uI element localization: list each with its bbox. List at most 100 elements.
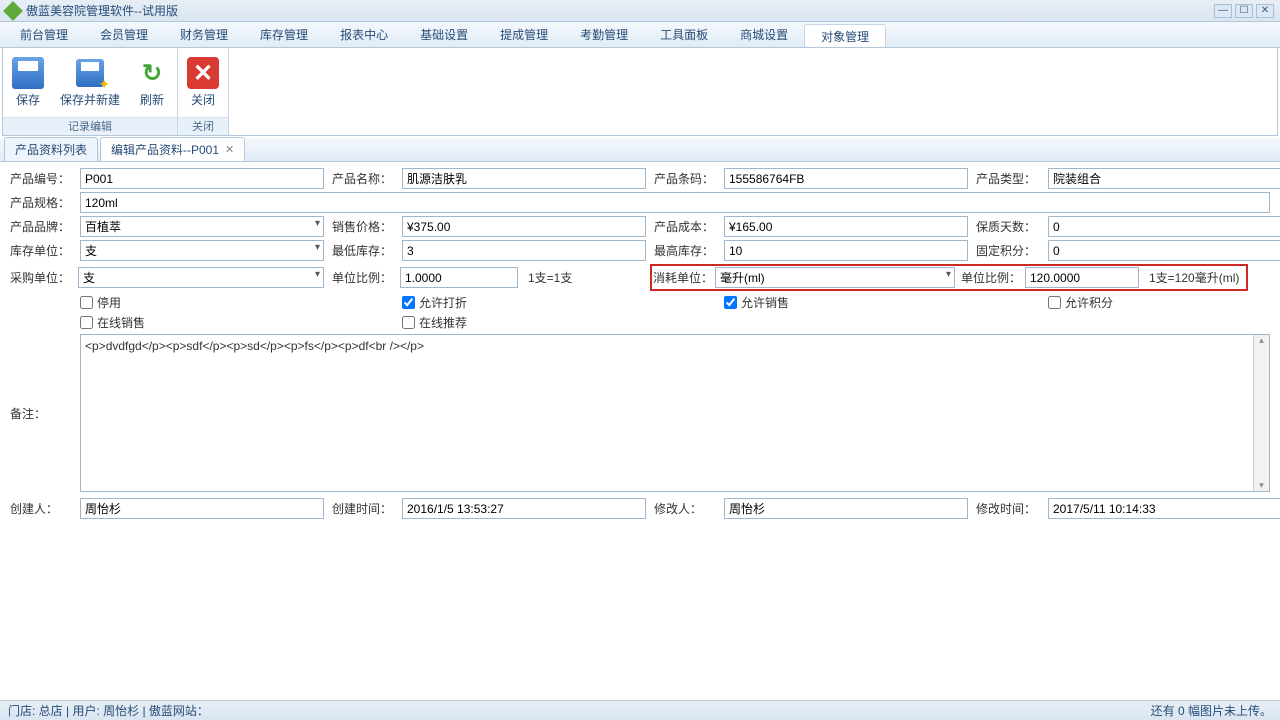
menu-finance[interactable]: 财务管理 bbox=[164, 22, 244, 47]
input-ratio1[interactable] bbox=[400, 267, 518, 288]
window-title: 傲蓝美容院管理软件--试用版 bbox=[26, 2, 1214, 19]
input-modifier bbox=[724, 498, 968, 519]
save-and-new-button[interactable]: ✦ 保存并新建 bbox=[53, 52, 127, 113]
app-logo-icon bbox=[3, 1, 23, 21]
label-ratio2: 单位比例： bbox=[961, 269, 1019, 286]
label-notes: 备注： bbox=[10, 405, 72, 422]
input-barcode[interactable] bbox=[724, 168, 968, 189]
menu-tools[interactable]: 工具面板 bbox=[644, 22, 724, 47]
label-minstock: 最低库存： bbox=[332, 242, 394, 259]
document-tabs: 产品资料列表 编辑产品资料--P001 ✕ bbox=[0, 138, 1280, 162]
label-price: 销售价格： bbox=[332, 218, 394, 235]
checkbox-allowpoint[interactable] bbox=[1048, 296, 1061, 309]
input-minstock[interactable] bbox=[402, 240, 646, 261]
ribbon-group-record: 保存 ✦ 保存并新建 ↻ 刷新 记录编辑 bbox=[3, 48, 178, 135]
notes-text: <p>dvdfgd</p><p>sdf</p><p>sd</p><p>fs</p… bbox=[85, 339, 1265, 487]
checkbox-online[interactable] bbox=[80, 316, 93, 329]
close-window-button[interactable]: ✕ bbox=[1256, 4, 1274, 18]
save-new-icon: ✦ bbox=[74, 57, 106, 89]
label-createtime: 创建时间： bbox=[332, 500, 394, 517]
status-left: 门店: 总店 | 用户: 周怡杉 | 傲蓝网站： bbox=[8, 702, 209, 719]
menu-bar: 前台管理 会员管理 财务管理 库存管理 报表中心 基础设置 提成管理 考勤管理 … bbox=[0, 22, 1280, 48]
tab-product-list[interactable]: 产品资料列表 bbox=[4, 137, 98, 161]
checkbox-onlinerec[interactable] bbox=[402, 316, 415, 329]
minimize-button[interactable]: — bbox=[1214, 4, 1232, 18]
close-label: 关闭 bbox=[191, 91, 215, 108]
label-type: 产品类型： bbox=[976, 170, 1040, 187]
label-spec: 产品规格： bbox=[10, 194, 72, 211]
save-icon bbox=[12, 57, 44, 89]
tab-edit-product-label: 编辑产品资料--P001 bbox=[111, 141, 219, 158]
close-icon: ✕ bbox=[187, 57, 219, 89]
label-fixpoint: 固定积分： bbox=[976, 242, 1040, 259]
menu-stock[interactable]: 库存管理 bbox=[244, 22, 324, 47]
refresh-icon: ↻ bbox=[136, 57, 168, 89]
product-form: 产品编号： 产品名称： 产品条码： 产品类型： 产品规格： 产品品牌： 销售价格… bbox=[0, 162, 1280, 528]
menu-frontdesk[interactable]: 前台管理 bbox=[4, 22, 84, 47]
label-online: 在线销售 bbox=[97, 314, 145, 331]
title-bar: 傲蓝美容院管理软件--试用版 — ☐ ✕ bbox=[0, 0, 1280, 22]
label-stockunit: 库存单位： bbox=[10, 242, 72, 259]
maximize-button[interactable]: ☐ bbox=[1235, 4, 1253, 18]
input-createtime bbox=[402, 498, 646, 519]
select-brand[interactable] bbox=[80, 216, 324, 237]
ratio1-text: 1支=1支 bbox=[524, 269, 572, 286]
close-button[interactable]: ✕ 关闭 bbox=[180, 52, 226, 113]
label-cost: 产品成本： bbox=[654, 218, 716, 235]
label-ratio1: 单位比例： bbox=[332, 269, 394, 286]
tab-close-icon[interactable]: ✕ bbox=[225, 143, 234, 156]
menu-attendance[interactable]: 考勤管理 bbox=[564, 22, 644, 47]
notes-scrollbar[interactable] bbox=[1253, 335, 1269, 491]
label-allowdiscount: 允许打折 bbox=[419, 294, 467, 311]
menu-report[interactable]: 报表中心 bbox=[324, 22, 404, 47]
label-buyunit: 采购单位： bbox=[10, 269, 72, 286]
status-bar: 门店: 总店 | 用户: 周怡杉 | 傲蓝网站： 还有 0 幅图片未上传。 bbox=[0, 700, 1280, 720]
input-maxstock[interactable] bbox=[724, 240, 968, 261]
tab-edit-product[interactable]: 编辑产品资料--P001 ✕ bbox=[100, 137, 245, 161]
select-stockunit[interactable] bbox=[80, 240, 324, 261]
label-allowpoint: 允许积分 bbox=[1065, 294, 1113, 311]
label-allowsale: 允许销售 bbox=[741, 294, 789, 311]
label-creator: 创建人： bbox=[10, 500, 72, 517]
select-buyunit[interactable] bbox=[78, 267, 324, 288]
label-modifytime: 修改时间： bbox=[976, 500, 1040, 517]
checkbox-allowdiscount[interactable] bbox=[402, 296, 415, 309]
input-fixpoint[interactable] bbox=[1048, 240, 1280, 261]
save-label: 保存 bbox=[16, 91, 40, 108]
save-new-label: 保存并新建 bbox=[60, 91, 120, 108]
refresh-button[interactable]: ↻ 刷新 bbox=[129, 52, 175, 113]
menu-member[interactable]: 会员管理 bbox=[84, 22, 164, 47]
ratio2-text: 1支=120毫升(ml) bbox=[1145, 269, 1245, 286]
checkbox-allowsale[interactable] bbox=[724, 296, 737, 309]
input-name[interactable] bbox=[402, 168, 646, 189]
menu-basic[interactable]: 基础设置 bbox=[404, 22, 484, 47]
label-onlinerec: 在线推荐 bbox=[419, 314, 467, 331]
label-brand: 产品品牌： bbox=[10, 218, 72, 235]
ribbon: 保存 ✦ 保存并新建 ↻ 刷新 记录编辑 ✕ 关闭 关闭 bbox=[2, 48, 1278, 136]
status-right: 还有 0 幅图片未上传。 bbox=[1151, 702, 1272, 719]
input-modifytime bbox=[1048, 498, 1280, 519]
menu-commission[interactable]: 提成管理 bbox=[484, 22, 564, 47]
menu-object[interactable]: 对象管理 bbox=[804, 24, 886, 47]
tab-product-list-label: 产品资料列表 bbox=[15, 141, 87, 158]
checkbox-disable[interactable] bbox=[80, 296, 93, 309]
input-shelf[interactable] bbox=[1048, 216, 1280, 237]
label-maxstock: 最高库存： bbox=[654, 242, 716, 259]
select-consumeunit[interactable] bbox=[715, 267, 955, 288]
save-button[interactable]: 保存 bbox=[5, 52, 51, 113]
input-price[interactable] bbox=[402, 216, 646, 237]
refresh-label: 刷新 bbox=[140, 91, 164, 108]
input-cost[interactable] bbox=[724, 216, 968, 237]
label-shelf: 保质天数： bbox=[976, 218, 1040, 235]
label-name: 产品名称： bbox=[332, 170, 394, 187]
select-type[interactable] bbox=[1048, 168, 1280, 189]
input-ratio2[interactable] bbox=[1025, 267, 1139, 288]
ribbon-group-caption-record: 记录编辑 bbox=[3, 117, 177, 135]
ribbon-group-caption-close: 关闭 bbox=[178, 117, 228, 135]
label-code: 产品编号： bbox=[10, 170, 72, 187]
input-spec[interactable] bbox=[80, 192, 1270, 213]
notes-area[interactable]: <p>dvdfgd</p><p>sdf</p><p>sd</p><p>fs</p… bbox=[80, 334, 1270, 492]
input-code[interactable] bbox=[80, 168, 324, 189]
label-modifier: 修改人： bbox=[654, 500, 716, 517]
menu-mall[interactable]: 商城设置 bbox=[724, 22, 804, 47]
